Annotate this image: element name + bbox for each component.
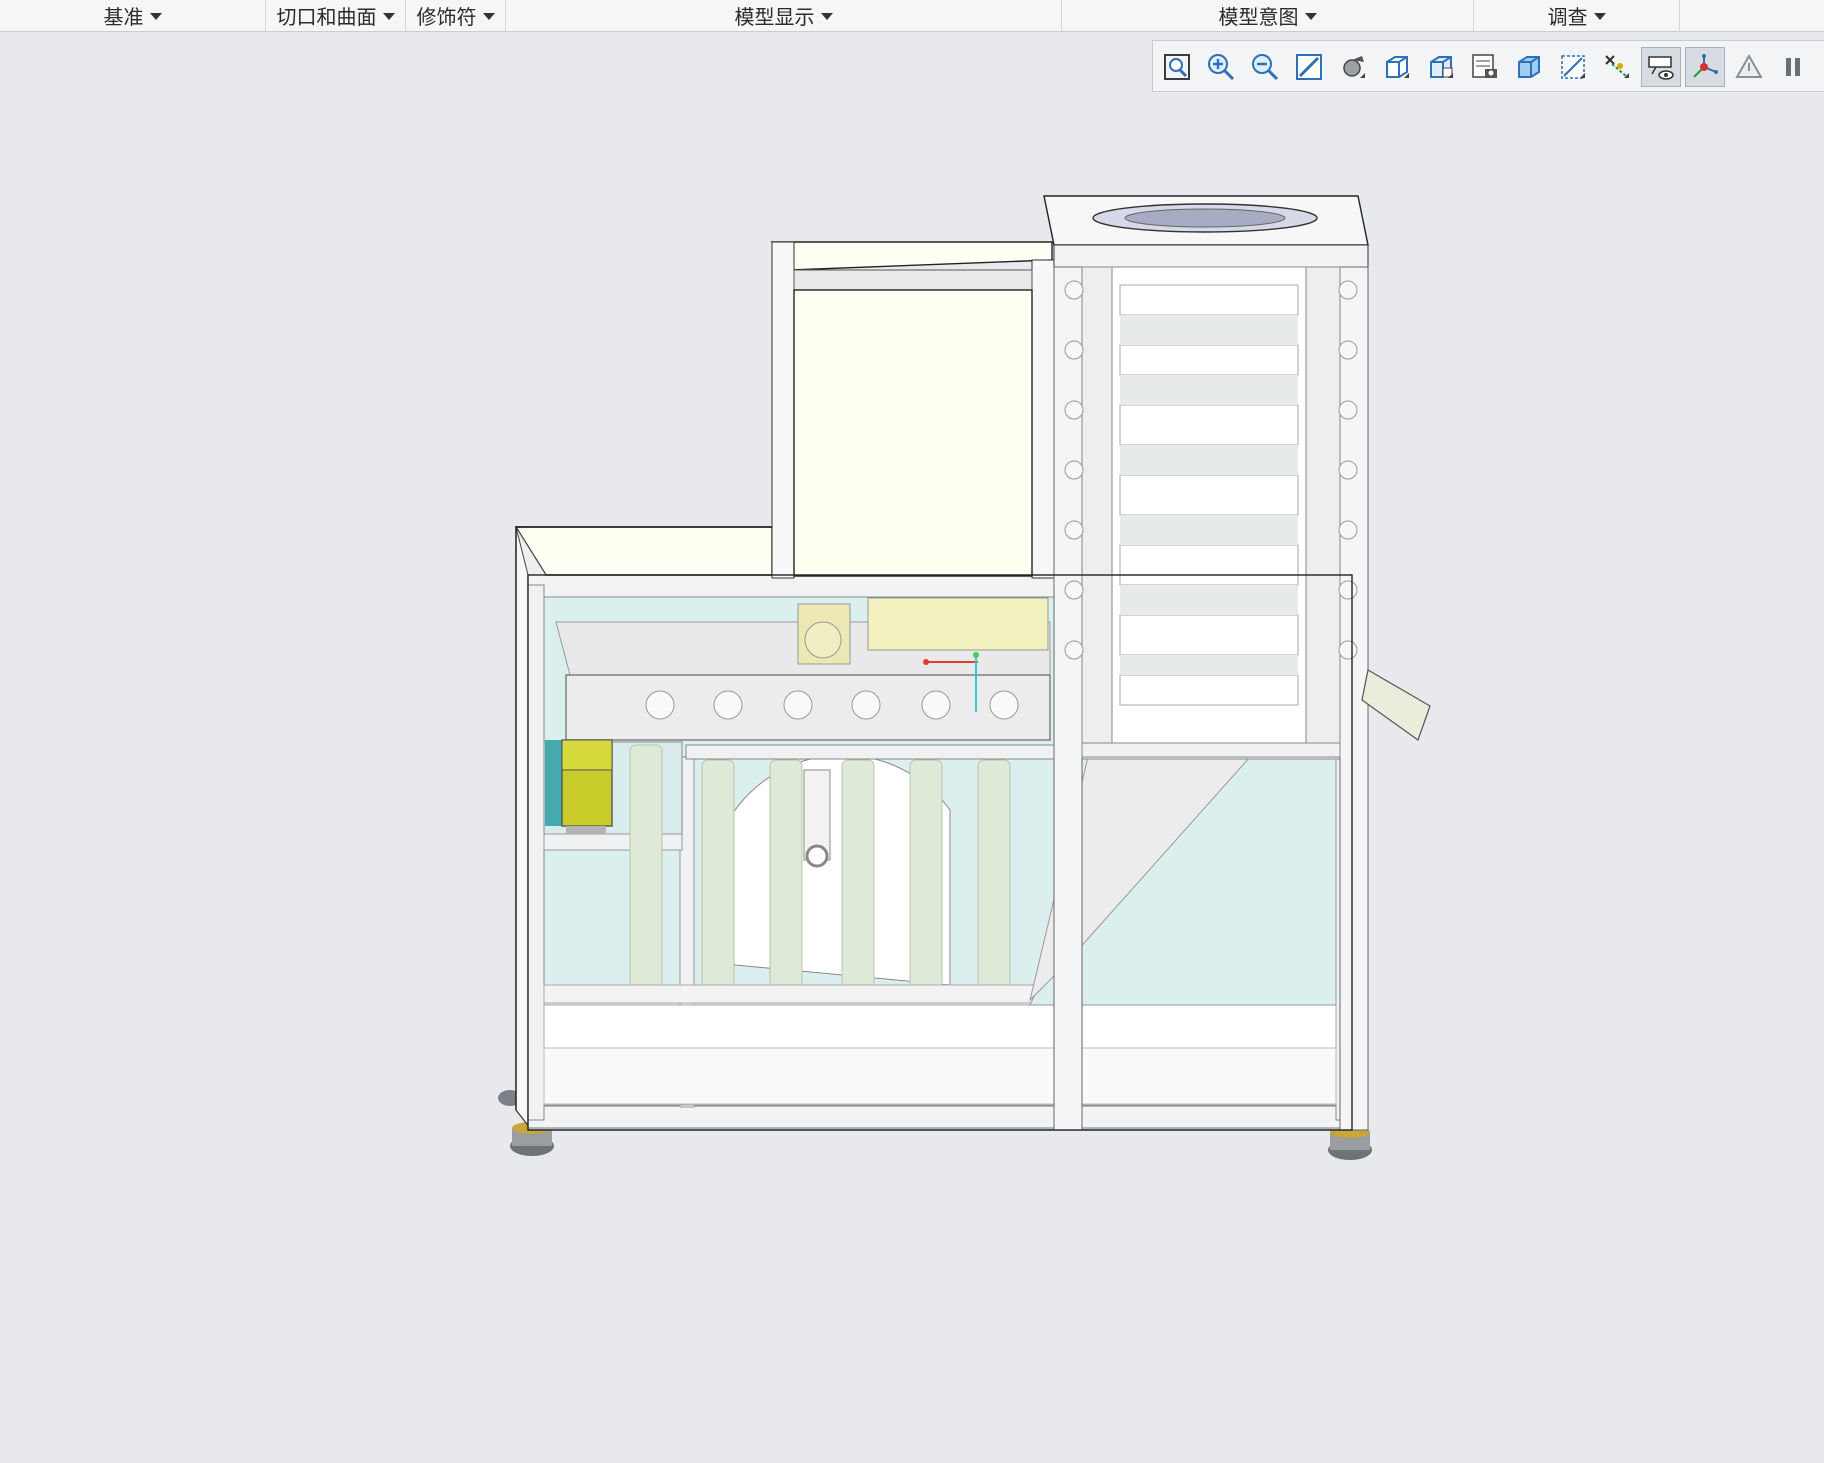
gear-motor <box>545 739 613 834</box>
refit-button[interactable] <box>1157 47 1197 87</box>
datum-points-button[interactable] <box>1597 47 1637 87</box>
datum-planes-icon <box>1561 55 1585 79</box>
view-toolbar <box>1152 40 1824 92</box>
display-style-button[interactable] <box>1377 47 1417 87</box>
section-view-button[interactable] <box>1509 47 1549 87</box>
spin-center-button[interactable] <box>1685 47 1725 87</box>
display-style-icon <box>1386 56 1409 78</box>
repaint-button[interactable] <box>1289 47 1329 87</box>
datum-planes-button[interactable] <box>1553 47 1593 87</box>
simulation-icon <box>1735 53 1763 78</box>
zoom-out-button[interactable] <box>1245 47 1285 87</box>
saved-orientations-icon <box>1430 56 1453 78</box>
zoom-in-icon <box>1208 54 1235 81</box>
zoom-out-icon <box>1252 54 1279 81</box>
annotation-display-icon <box>1648 56 1674 80</box>
saved-orientations-button[interactable] <box>1421 47 1461 87</box>
drive-section <box>543 596 1090 758</box>
view-manager-button[interactable] <box>1465 47 1505 87</box>
pause-button[interactable] <box>1773 47 1813 87</box>
simulation-button[interactable] <box>1729 47 1769 87</box>
datum-points-icon <box>1605 55 1629 78</box>
annotation-display-button[interactable] <box>1641 47 1681 87</box>
pause-icon <box>1786 58 1800 76</box>
model-viewport[interactable] <box>0 0 1824 1463</box>
view-manager-icon <box>1472 54 1497 78</box>
zoom-in-button[interactable] <box>1201 47 1241 87</box>
perspective-view-button[interactable] <box>1333 47 1373 87</box>
top-ledge <box>514 526 773 576</box>
refit-icon <box>1164 54 1190 80</box>
repaint-icon <box>1296 54 1322 80</box>
section-view-icon <box>1518 56 1540 78</box>
perspective-view-icon <box>1343 56 1365 78</box>
hopper-box <box>770 241 1055 579</box>
spin-center-icon <box>1693 54 1718 78</box>
